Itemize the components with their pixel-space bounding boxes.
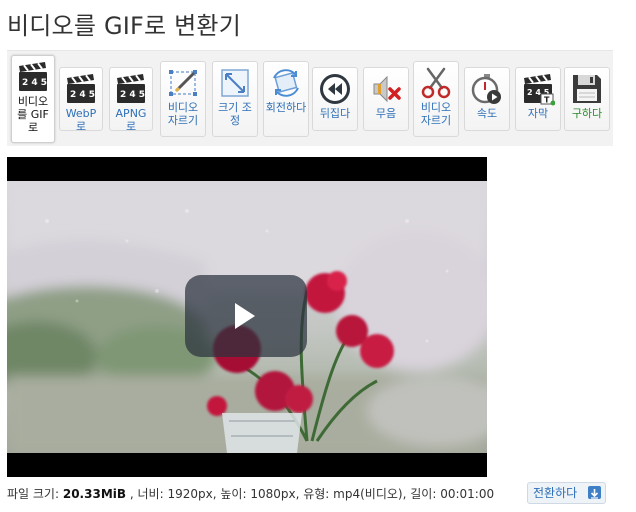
tool-label: 비디오를 GIF로 xyxy=(17,95,49,134)
tool-resize[interactable]: 크기 조정 xyxy=(212,61,258,137)
tool-label: APNG로 xyxy=(115,107,147,133)
tool-save[interactable]: 구하다 xyxy=(564,67,610,131)
size-value: 20.33MiB xyxy=(62,487,127,501)
scissors-icon xyxy=(421,67,451,99)
convert-button[interactable]: 전환하다 xyxy=(527,482,606,504)
length-value: 00:01:00 xyxy=(440,487,495,501)
tool-crop-video[interactable]: 비디오 자르기 xyxy=(160,61,206,137)
tool-label: 뒤집다 xyxy=(319,107,351,120)
play-button[interactable] xyxy=(185,275,307,357)
tool-label: 회전하다 xyxy=(265,101,307,114)
tool-label: 크기 조정 xyxy=(218,101,252,127)
tool-to-webp[interactable]: 2 4 5 WebP로 xyxy=(59,67,103,133)
file-info: 파일 크기: 20.33MiB , 너비: 1920px, 높이: 1080px… xyxy=(7,485,494,502)
tool-label: 속도 xyxy=(476,107,498,120)
play-icon xyxy=(235,303,255,329)
subtitle-icon: 2 4 5 T xyxy=(524,74,555,106)
height-label: 높이: xyxy=(220,487,247,501)
type-label: 유형: xyxy=(303,487,330,501)
height-value: 1080px, xyxy=(250,487,300,501)
clapperboard-icon: 2 4 5 xyxy=(19,62,47,91)
clapperboard-icon: 2 4 5 xyxy=(117,74,145,103)
tool-label: 무음 xyxy=(375,107,397,120)
mute-icon xyxy=(373,75,401,103)
download-arrow-icon xyxy=(588,486,601,499)
stopwatch-icon xyxy=(471,74,501,104)
rotate-icon xyxy=(273,69,299,97)
svg-text:2 4 5: 2 4 5 xyxy=(70,90,95,100)
tool-cut-video[interactable]: 비디오 자르기 xyxy=(413,61,459,137)
clapperboard-icon: 2 4 5 xyxy=(67,74,95,103)
tool-to-apng[interactable]: 2 4 5 APNG로 xyxy=(109,67,153,133)
tool-label: 비디오 자르기 xyxy=(167,101,199,127)
svg-text:2 4 5: 2 4 5 xyxy=(22,78,47,88)
tool-toolbar: 2 4 5 비디오를 GIF로 2 4 5 WebP로 2 4 5 APNG로 xyxy=(7,50,613,146)
tool-subtitles[interactable]: 2 4 5 T 자막 xyxy=(515,67,561,131)
size-label: 파일 크기: xyxy=(7,487,60,501)
width-label: , 너비: xyxy=(129,487,164,501)
tool-label: 구하다 xyxy=(571,107,603,120)
svg-text:T: T xyxy=(544,96,550,105)
save-icon xyxy=(573,75,601,103)
crop-icon xyxy=(169,70,197,96)
width-value: 1920px, xyxy=(167,487,217,501)
video-player[interactable] xyxy=(7,157,487,477)
type-value: mp4(비디오), xyxy=(333,487,407,501)
length-label: 길이: xyxy=(410,487,437,501)
tool-mute[interactable]: 무음 xyxy=(363,67,409,131)
tool-speed[interactable]: 속도 xyxy=(464,67,510,131)
page-title: 비디오를 GIF로 변환기 xyxy=(7,12,241,40)
tool-label: 비디오 자르기 xyxy=(420,101,452,127)
rewind-icon xyxy=(320,74,350,104)
svg-text:2 4 5: 2 4 5 xyxy=(120,90,145,100)
convert-label: 전환하다 xyxy=(533,486,578,500)
tool-label: 자막 xyxy=(527,107,549,120)
tool-label: WebP로 xyxy=(65,107,97,133)
tool-video-to-gif[interactable]: 2 4 5 비디오를 GIF로 xyxy=(11,55,55,143)
resize-icon xyxy=(221,69,249,97)
tool-rotate[interactable]: 회전하다 xyxy=(263,61,309,137)
tool-reverse[interactable]: 뒤집다 xyxy=(312,67,358,131)
